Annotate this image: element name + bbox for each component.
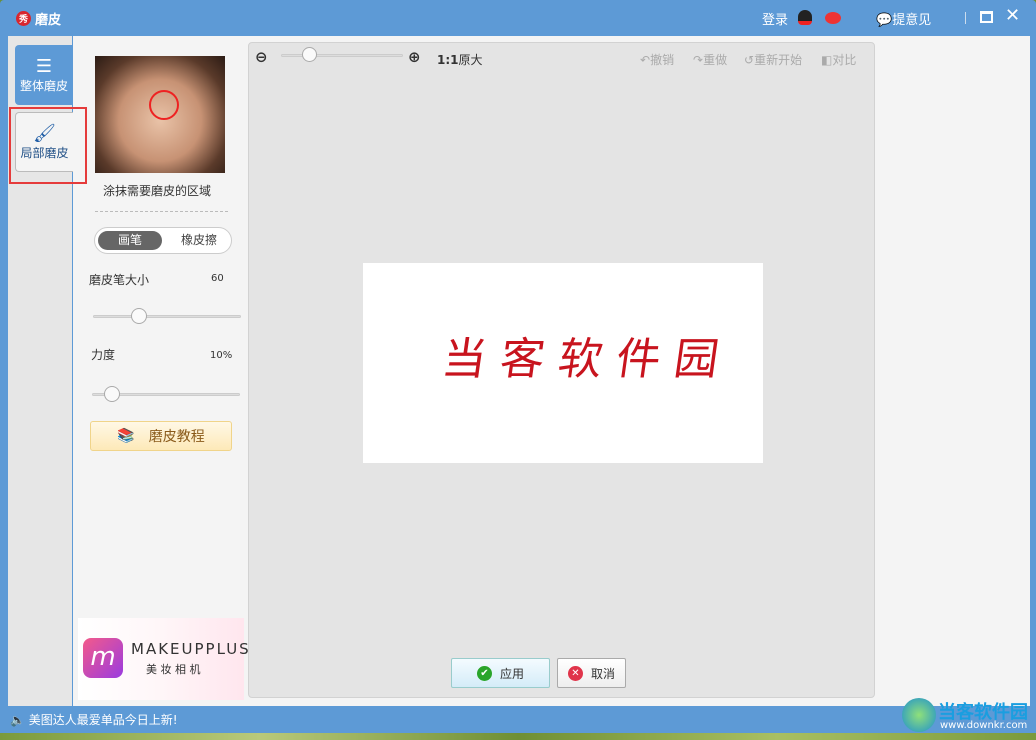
brush-size-value: 60 xyxy=(211,273,224,284)
brush-size-label: 磨皮笔大小 xyxy=(89,273,150,287)
image-canvas[interactable]: 当客软件园 xyxy=(363,263,763,463)
feedback-button[interactable]: 💬提意见 xyxy=(876,9,931,28)
brush-size-knob[interactable] xyxy=(131,308,147,324)
eraser-mode-button[interactable]: 橡皮擦 xyxy=(167,231,231,250)
tab-label: 整体磨皮 xyxy=(19,79,68,93)
feedback-label: 提意见 xyxy=(892,13,932,28)
sliders-icon: ☰ xyxy=(35,56,53,77)
restart-button[interactable]: ↺重新开始 xyxy=(744,51,802,68)
login-link[interactable]: 登录 xyxy=(762,9,788,28)
cancel-icon: ✕ xyxy=(567,665,583,681)
divider xyxy=(965,12,966,24)
zoom-slider[interactable] xyxy=(281,54,403,57)
check-icon: ✔ xyxy=(476,665,492,681)
undo-icon: ↶ xyxy=(640,53,651,67)
zoom-in-icon[interactable]: ⊕ xyxy=(408,48,421,66)
strength-knob[interactable] xyxy=(104,386,120,402)
chat-icon: 💬 xyxy=(876,13,893,28)
highlight-box xyxy=(9,107,87,184)
compare-icon: ◧ xyxy=(821,53,833,67)
tutorial-button[interactable]: 📚 磨皮教程 xyxy=(90,421,232,451)
cancel-label: 取消 xyxy=(590,666,615,681)
actual-size-button[interactable]: 1:1原大 xyxy=(437,51,483,68)
status-bar: 🔈 美图达人最爱单品今日上新! xyxy=(0,706,1036,733)
redo-button[interactable]: ↷重做 xyxy=(693,51,727,68)
circle-marker xyxy=(149,90,179,120)
watermark-logo-icon xyxy=(902,698,936,732)
undo-label: 撤销 xyxy=(650,53,675,67)
hint-text: 涂抹需要磨皮的区域 xyxy=(103,184,212,198)
redo-icon: ↷ xyxy=(693,53,704,67)
strength-label: 力度 xyxy=(91,348,116,362)
canvas-handwriting: 当客软件园 xyxy=(438,334,736,385)
weibo-icon[interactable] xyxy=(825,12,841,24)
cancel-button[interactable]: ✕ 取消 xyxy=(557,658,626,688)
watermark: 当客软件园 www.downkr.com xyxy=(900,696,1036,740)
brush-size-slider[interactable] xyxy=(93,315,241,318)
window-title: 秀磨皮 xyxy=(16,9,61,28)
actual-size-ratio: 1:1 xyxy=(437,53,459,67)
apply-label: 应用 xyxy=(499,666,524,681)
brush-mode-button[interactable]: 画笔 xyxy=(98,231,162,250)
tab-overall-smooth[interactable]: ☰ 整体磨皮 xyxy=(15,45,73,105)
compare-label: 对比 xyxy=(832,53,857,67)
undo-button[interactable]: ↶撤销 xyxy=(640,51,674,68)
restart-label: 重新开始 xyxy=(754,53,803,67)
watermark-url: www.downkr.com xyxy=(940,720,1028,731)
tutorial-label: 磨皮教程 xyxy=(148,429,205,445)
divider xyxy=(95,211,228,212)
ad-brand: MAKEUPPLUS xyxy=(131,640,251,658)
speaker-icon: 🔈 xyxy=(10,713,25,727)
compare-button[interactable]: ◧对比 xyxy=(821,51,856,68)
makeupplus-logo-icon: m xyxy=(83,638,123,678)
book-icon: 📚 xyxy=(117,428,135,444)
redo-label: 重做 xyxy=(703,53,728,67)
actual-size-label: 原大 xyxy=(458,53,483,67)
sample-image xyxy=(95,56,225,173)
window-title-text: 磨皮 xyxy=(35,13,62,28)
close-button[interactable]: ✕ xyxy=(1005,5,1020,26)
status-message[interactable]: 美图达人最爱单品今日上新! xyxy=(29,713,178,727)
zoom-knob[interactable] xyxy=(302,47,317,62)
zoom-out-icon[interactable]: ⊖ xyxy=(255,48,268,66)
ad-banner[interactable]: m MAKEUPPLUS 美 妆 相 机 xyxy=(78,618,249,700)
mode-toggle: 画笔 橡皮擦 xyxy=(94,227,232,254)
ad-subtitle: 美 妆 相 机 xyxy=(146,663,201,676)
restart-icon: ↺ xyxy=(744,53,755,67)
app-logo-icon: 秀 xyxy=(16,11,31,26)
strength-value: 10% xyxy=(210,350,233,361)
qq-icon[interactable] xyxy=(798,10,812,25)
apply-button[interactable]: ✔ 应用 xyxy=(451,658,550,688)
desktop-background xyxy=(0,733,1036,740)
maximize-button[interactable] xyxy=(980,11,993,23)
